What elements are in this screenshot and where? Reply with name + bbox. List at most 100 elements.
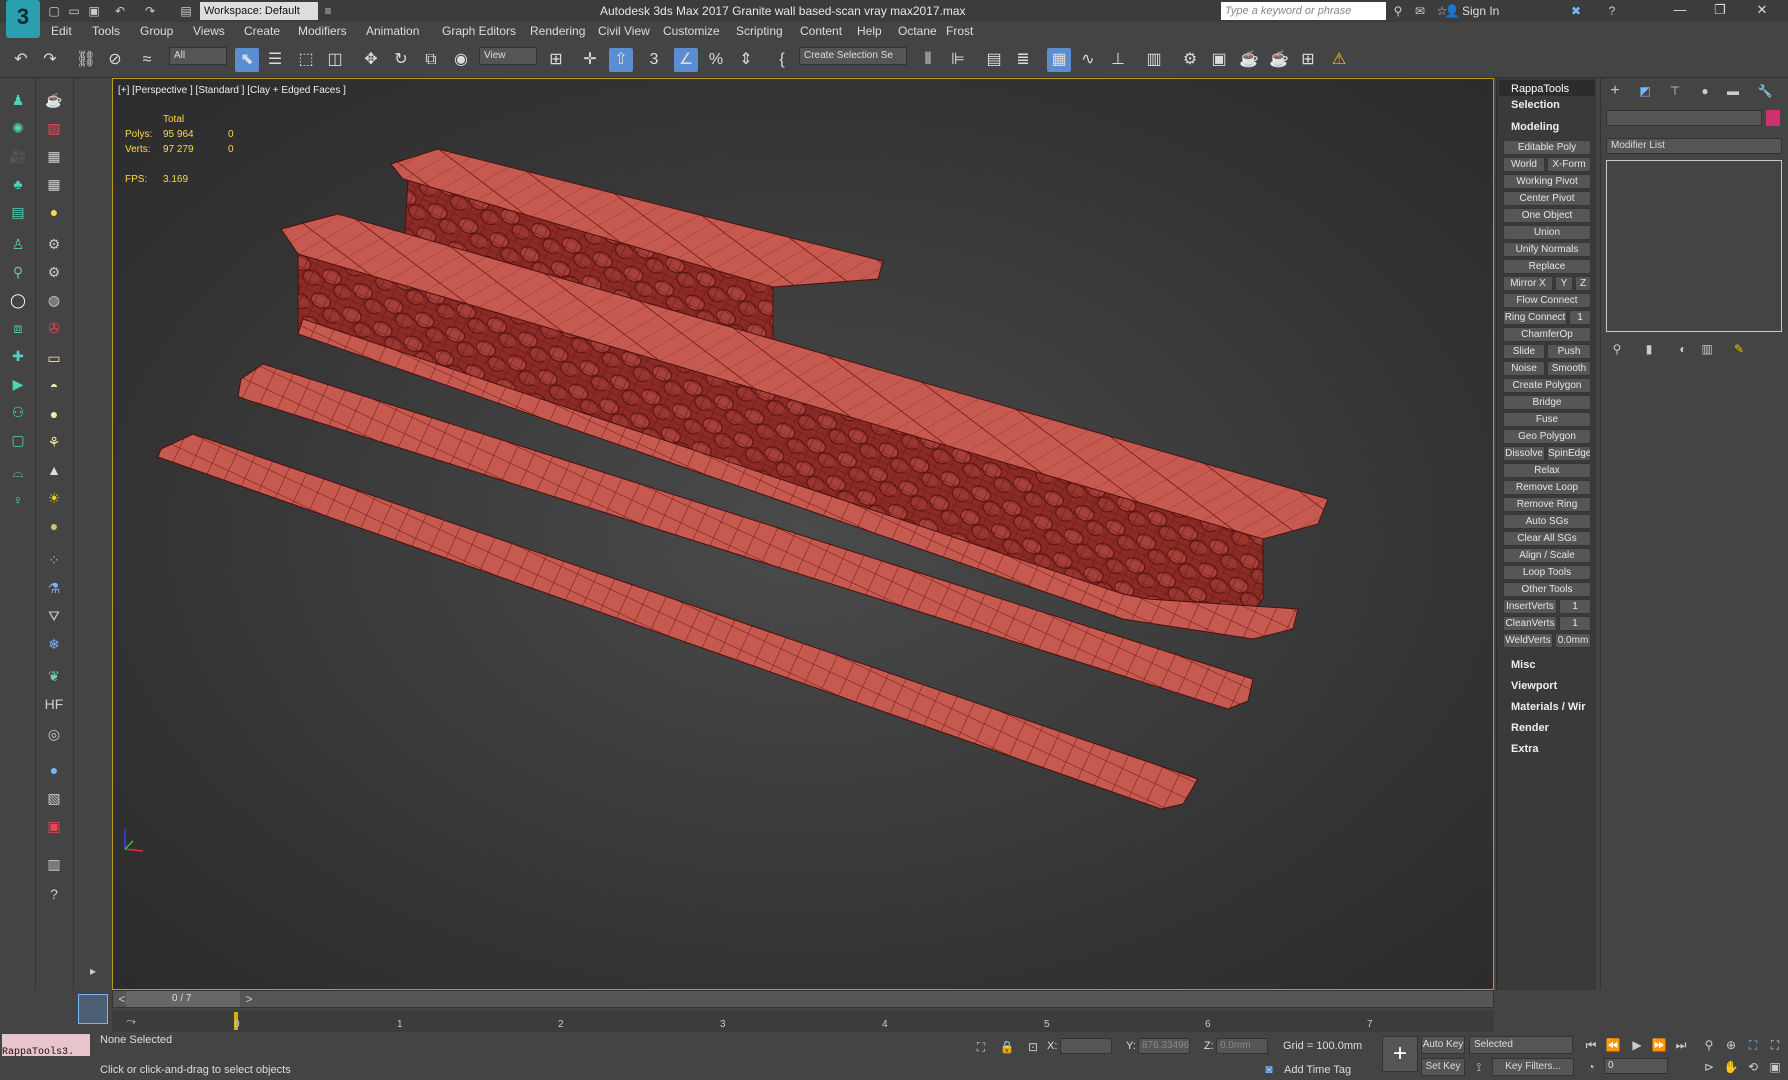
binoculars-icon[interactable]: ⚲ xyxy=(1390,3,1406,19)
go-to-start-icon[interactable]: ⏮ xyxy=(1582,1036,1600,1054)
fur-icon[interactable]: ⚗ xyxy=(42,576,66,600)
menu-rendering[interactable]: Rendering xyxy=(530,24,585,38)
sun-icon[interactable]: ☀ xyxy=(42,486,66,510)
frame-icon[interactable]: ▢ xyxy=(6,428,30,452)
world-button[interactable]: World xyxy=(1503,157,1545,172)
new-file-icon[interactable]: ▢ xyxy=(46,3,62,19)
restore-button[interactable]: ❐ xyxy=(1700,2,1740,20)
workspace-menu-icon[interactable]: ≡ xyxy=(320,3,336,19)
menu-animation[interactable]: Animation xyxy=(366,24,419,38)
help-circle-icon[interactable]: ? xyxy=(42,882,66,906)
set-key-big-icon[interactable]: + xyxy=(1382,1036,1418,1072)
object-color-swatch[interactable] xyxy=(1766,110,1780,126)
proxy-icon[interactable]: ⛛ xyxy=(42,604,66,628)
chamferop-button[interactable]: ChamferOp xyxy=(1503,327,1591,342)
undo-quick-icon[interactable]: ↶ xyxy=(112,3,128,19)
schematic-icon[interactable]: ⊥ xyxy=(1106,48,1130,72)
communication-icon[interactable]: ✉ xyxy=(1412,3,1428,19)
layer-explorer-icon[interactable]: ▤ xyxy=(982,48,1006,72)
perspective-viewport[interactable] xyxy=(112,78,1494,990)
cone-icon[interactable]: ▲ xyxy=(42,458,66,482)
play-animation-icon[interactable]: ▶ xyxy=(1628,1036,1646,1054)
section-render[interactable]: Render xyxy=(1499,719,1595,737)
track-bar[interactable] xyxy=(112,1010,1494,1032)
mirror-x-button[interactable]: Mirror X xyxy=(1503,276,1553,291)
capture-icon[interactable]: ▣ xyxy=(42,814,66,838)
named-selection-dropdown[interactable]: Create Selection Se xyxy=(799,47,907,65)
menu-modifiers[interactable]: Modifiers xyxy=(298,24,347,38)
undo-icon[interactable]: ↶ xyxy=(9,48,33,72)
expand-toolbar-icon[interactable]: ▸ xyxy=(84,962,102,980)
make-unique-icon[interactable]: ◐ xyxy=(1674,340,1692,358)
remove-loop-button[interactable]: Remove Loop xyxy=(1503,480,1591,495)
pan-icon[interactable]: ✋ xyxy=(1722,1058,1740,1076)
pin-icon[interactable]: ⚲ xyxy=(6,260,30,284)
curve-editor-mini-icon[interactable]: ⤳ xyxy=(122,1012,140,1030)
align-scale-button[interactable]: Align / Scale xyxy=(1503,548,1591,563)
link-icon[interactable]: ⛓ xyxy=(74,48,98,72)
unlink-icon[interactable]: ⊘ xyxy=(103,48,127,72)
noise-button[interactable]: Noise xyxy=(1503,361,1545,376)
trash-icon[interactable]: ▥ xyxy=(42,852,66,876)
light-bulb-icon[interactable]: ♀ xyxy=(6,488,30,512)
configure-sets-icon[interactable]: ✎ xyxy=(1730,340,1748,358)
search-input[interactable]: Type a keyword or phrase xyxy=(1221,2,1386,20)
smooth-button[interactable]: Smooth xyxy=(1547,361,1591,376)
spinedge-button[interactable]: SpinEdge xyxy=(1547,446,1591,461)
push-button[interactable]: Push xyxy=(1547,344,1591,359)
zoom-icon[interactable]: ⚲ xyxy=(1700,1036,1718,1054)
zoom-extents-all-icon[interactable]: ⛶ xyxy=(1766,1036,1784,1054)
reel-icon[interactable]: ◍ xyxy=(42,288,66,312)
key-filters-button[interactable]: Key Filters... xyxy=(1492,1058,1574,1076)
menu-frost[interactable]: Frost xyxy=(946,24,973,38)
mini-listener-icon[interactable] xyxy=(78,994,108,1024)
bulb-icon[interactable]: ● xyxy=(42,200,66,224)
auto-key-button[interactable]: Auto Key xyxy=(1421,1036,1465,1054)
tree-icon[interactable]: ♣ xyxy=(6,172,30,196)
scene-explorer-icon[interactable]: ▦ xyxy=(1047,48,1071,72)
autodesk-exchange-icon[interactable]: ✖ xyxy=(1568,3,1584,19)
clear-all-sgs-button[interactable]: Clear All SGs xyxy=(1503,531,1591,546)
maximize-viewport-icon[interactable]: ▣ xyxy=(1766,1058,1784,1076)
section-extra[interactable]: Extra xyxy=(1499,740,1595,758)
z-coord-field[interactable]: 0.0mm xyxy=(1216,1038,1268,1054)
maxscript-listener[interactable]: RappaTools3. xyxy=(2,1034,90,1058)
next-key-icon[interactable]: ⏩ xyxy=(1650,1036,1668,1054)
go-to-end-icon[interactable]: ⏭ xyxy=(1672,1036,1690,1054)
working-pivot-button[interactable]: Working Pivot xyxy=(1503,174,1591,189)
project-folder-icon[interactable]: ▤ xyxy=(178,3,194,19)
unify-normals-button[interactable]: Unify Normals xyxy=(1503,242,1591,257)
sphere-light-icon[interactable]: ● xyxy=(42,402,66,426)
insertverts-button[interactable]: InsertVerts xyxy=(1503,599,1557,614)
add-time-tag[interactable]: Add Time Tag xyxy=(1284,1064,1351,1076)
replace-button[interactable]: Replace xyxy=(1503,259,1591,274)
remove-ring-button[interactable]: Remove Ring xyxy=(1503,497,1591,512)
camera-icon[interactable]: 🎥 xyxy=(6,144,30,168)
utilities-tab-icon[interactable]: 🔧 xyxy=(1756,82,1774,100)
app-logo-icon[interactable]: 3 xyxy=(6,0,40,38)
warning-icon[interactable]: ⚠ xyxy=(1327,48,1351,72)
loop-tools-button[interactable]: Loop Tools xyxy=(1503,565,1591,580)
menu-scripting[interactable]: Scripting xyxy=(736,24,783,38)
menu-civil-view[interactable]: Civil View xyxy=(598,24,650,38)
teapot-icon[interactable]: ☕ xyxy=(42,88,66,112)
menu-group[interactable]: Group xyxy=(140,24,173,38)
grass-icon[interactable]: ❦ xyxy=(42,664,66,688)
cleanverts-button[interactable]: CleanVerts xyxy=(1503,616,1557,631)
gear-icon[interactable]: ⚙ xyxy=(42,260,66,284)
material-editor-icon[interactable]: ▥ xyxy=(1142,48,1166,72)
bridge-button[interactable]: Bridge xyxy=(1503,395,1591,410)
time-slider[interactable] xyxy=(112,990,1494,1008)
section-selection[interactable]: Selection xyxy=(1499,96,1595,114)
weldverts-button[interactable]: WeldVerts xyxy=(1503,633,1553,648)
close-button[interactable]: ✕ xyxy=(1742,2,1782,20)
keyboard-shortcut-icon[interactable]: ⇧ xyxy=(609,48,633,72)
create-tab-icon[interactable]: + xyxy=(1606,82,1624,100)
fov-icon[interactable]: ⊳ xyxy=(1700,1058,1718,1076)
mirror-z-button[interactable]: Z xyxy=(1575,276,1591,291)
move-icon[interactable]: ✥ xyxy=(359,48,383,72)
y-coord-field[interactable]: 876.33496 xyxy=(1138,1038,1190,1054)
next-frame-icon[interactable]: > xyxy=(240,990,258,1008)
ring-connect-button[interactable]: Ring Connect xyxy=(1503,310,1567,325)
center-pivot-button[interactable]: Center Pivot xyxy=(1503,191,1591,206)
